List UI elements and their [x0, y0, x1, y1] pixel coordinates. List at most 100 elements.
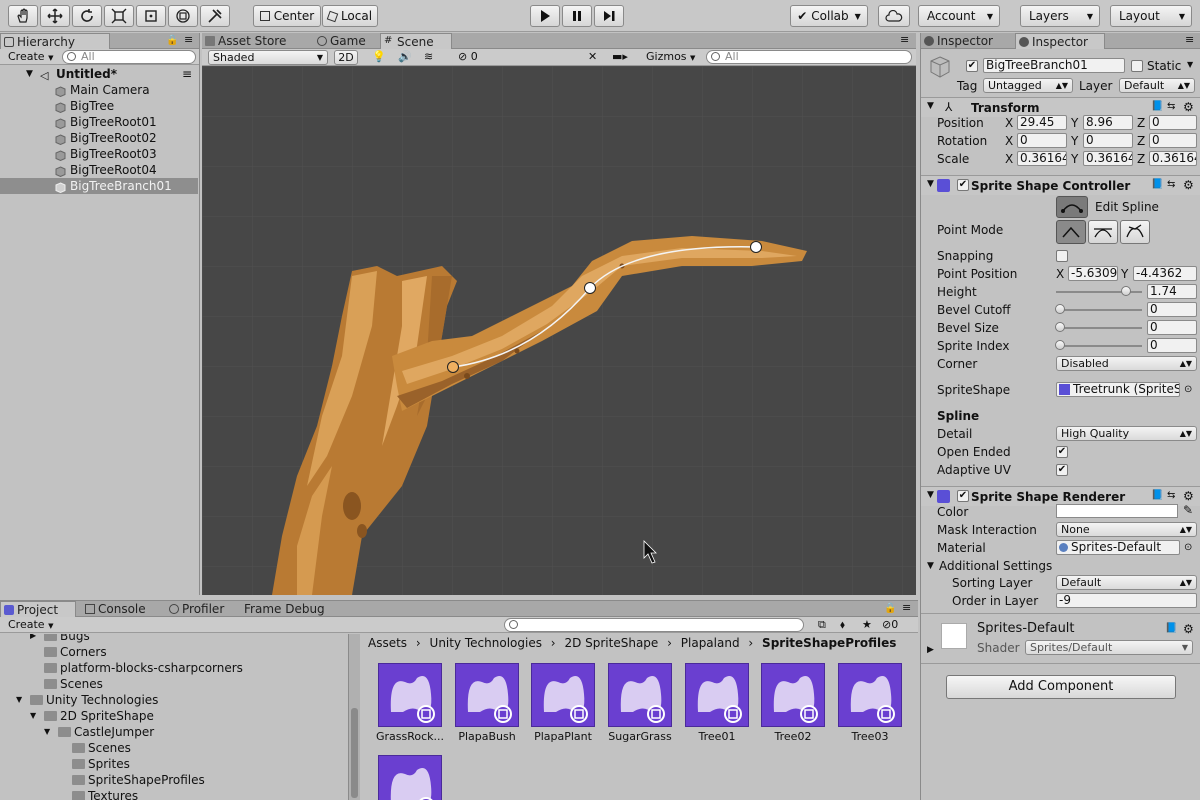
- help-icon[interactable]: 📘: [1151, 179, 1163, 190]
- rect-tool-button[interactable]: [136, 5, 166, 27]
- hierarchy-item[interactable]: BigTreeRoot01: [0, 114, 198, 130]
- create-button[interactable]: Create ▼: [2, 617, 59, 633]
- detail-dropdown[interactable]: High Quality ▲▼: [1056, 426, 1197, 441]
- gear-icon[interactable]: ⚙: [1183, 178, 1194, 192]
- active-checkbox[interactable]: ✔: [966, 60, 978, 72]
- tools-icon[interactable]: ✕: [588, 50, 597, 63]
- point-mode-continuous-button[interactable]: [1088, 220, 1118, 244]
- transform-header[interactable]: ▼ ⅄ Transform 📘 ⇆ ⚙: [921, 97, 1200, 117]
- star-icon[interactable]: ★: [862, 618, 872, 631]
- scene-canvas[interactable]: [202, 66, 916, 595]
- collapse-arrow-icon[interactable]: ▼: [927, 101, 934, 111]
- corner-dropdown[interactable]: Disabled ▲▼: [1056, 356, 1197, 371]
- gizmos-dropdown[interactable]: Gizmos ▼: [646, 50, 695, 63]
- hierarchy-item[interactable]: BigTreeRoot02: [0, 130, 198, 146]
- gear-icon[interactable]: ⚙: [1183, 489, 1194, 503]
- object-picker-icon[interactable]: ⊙: [1184, 542, 1192, 553]
- position-y-field[interactable]: 8.96: [1083, 115, 1133, 130]
- bevel-size-field[interactable]: 0: [1147, 320, 1197, 335]
- tab-game[interactable]: Game: [314, 33, 378, 49]
- spline-point[interactable]: [584, 282, 596, 294]
- expand-arrow-icon[interactable]: ▼: [927, 561, 934, 571]
- chevron-down-icon[interactable]: ▼: [1187, 60, 1193, 69]
- preset-icon[interactable]: ⇆: [1167, 179, 1175, 190]
- asset-tile[interactable]: GrassRock...: [375, 663, 445, 743]
- layer-dropdown[interactable]: Default ▲▼: [1119, 78, 1195, 93]
- rotation-z-field[interactable]: 0: [1149, 133, 1197, 148]
- lighting-icon[interactable]: 💡: [372, 50, 386, 63]
- renderer-header[interactable]: ▼ ✔ Sprite Shape Renderer 📘 ⇆ ⚙: [921, 486, 1200, 506]
- add-component-button[interactable]: Add Component: [946, 675, 1176, 699]
- eyedropper-icon[interactable]: ✎: [1183, 503, 1193, 517]
- asset-tile[interactable]: Tree03: [835, 663, 905, 743]
- scene-root-row[interactable]: ▼ ◁ Untitled* ≡: [0, 66, 198, 82]
- hierarchy-item[interactable]: BigTreeRoot03: [0, 146, 198, 162]
- step-button[interactable]: [594, 5, 624, 27]
- rotation-x-field[interactable]: 0: [1017, 133, 1067, 148]
- open-ended-checkbox[interactable]: ✔: [1056, 446, 1068, 458]
- bevel-size-slider-track[interactable]: [1056, 327, 1142, 329]
- collapse-arrow-icon[interactable]: ▼: [927, 179, 934, 189]
- scale-z-field[interactable]: 0.36164: [1149, 151, 1197, 166]
- height-slider-knob[interactable]: [1121, 286, 1131, 296]
- breadcrumb-item[interactable]: Unity Technologies: [430, 636, 542, 650]
- static-checkbox[interactable]: [1131, 60, 1143, 72]
- preset-icon[interactable]: ⇆: [1167, 101, 1175, 112]
- tab-project[interactable]: Project: [0, 601, 76, 617]
- asset-tile[interactable]: PlapaBush: [452, 663, 522, 743]
- lock-icon[interactable]: 🔒: [166, 35, 178, 46]
- expand-arrow-icon[interactable]: ▼: [16, 692, 22, 708]
- material-field[interactable]: Sprites-Default: [1056, 540, 1180, 555]
- bevel-cutoff-field[interactable]: 0: [1147, 302, 1197, 317]
- bevel-cutoff-slider-track[interactable]: [1056, 309, 1142, 311]
- breadcrumb-item[interactable]: 2D SpriteShape: [564, 636, 658, 650]
- panel-menu-icon[interactable]: ≡: [900, 33, 909, 46]
- panel-menu-icon[interactable]: ≡: [184, 33, 193, 46]
- rotation-y-field[interactable]: 0: [1083, 133, 1133, 148]
- panel-menu-icon[interactable]: ≡: [1185, 33, 1194, 46]
- asset-tile[interactable]: PlapaPlant: [528, 663, 598, 743]
- spline-point-selected[interactable]: [447, 361, 459, 373]
- cloud-button[interactable]: [878, 5, 910, 27]
- move-tool-button[interactable]: [40, 5, 70, 27]
- spline-point[interactable]: [750, 241, 762, 253]
- sorting-layer-dropdown[interactable]: Default ▲▼: [1056, 575, 1197, 590]
- asset-tile[interactable]: SugarGrass: [605, 663, 675, 743]
- hand-tool-button[interactable]: [8, 5, 38, 27]
- sprite-index-field[interactable]: 0: [1147, 338, 1197, 353]
- snapping-checkbox[interactable]: [1056, 250, 1068, 262]
- help-icon[interactable]: 📘: [1151, 101, 1163, 112]
- bevel-cutoff-slider-knob[interactable]: [1055, 304, 1065, 314]
- gear-icon[interactable]: ⚙: [1183, 622, 1194, 636]
- help-icon[interactable]: 📘: [1165, 623, 1177, 634]
- label-icon[interactable]: ⬧: [840, 618, 845, 632]
- preset-icon[interactable]: ⇆: [1167, 490, 1175, 501]
- hidden-objects-toggle[interactable]: ⊘ 0: [458, 50, 478, 63]
- point-mode-linear-button[interactable]: [1056, 220, 1086, 244]
- account-dropdown[interactable]: Account ▼: [918, 5, 1000, 27]
- hidden-packages-toggle[interactable]: ⊘0: [882, 618, 898, 631]
- object-picker-icon[interactable]: ⊙: [1184, 384, 1192, 395]
- collapse-arrow-icon[interactable]: ▼: [927, 490, 934, 500]
- pause-button[interactable]: [562, 5, 592, 27]
- effects-icon[interactable]: ≋: [424, 50, 433, 63]
- scene-viewport[interactable]: [202, 66, 916, 595]
- height-field[interactable]: 1.74: [1147, 284, 1197, 299]
- shading-mode-dropdown[interactable]: Shaded ▼: [208, 50, 328, 65]
- breadcrumb-item-current[interactable]: SpriteShapeProfiles: [762, 636, 896, 650]
- scene-search-input[interactable]: All: [706, 50, 912, 64]
- asset-tile[interactable]: Tree02: [758, 663, 828, 743]
- point-x-field[interactable]: -5.6309: [1068, 266, 1118, 281]
- adaptive-uv-checkbox[interactable]: ✔: [1056, 464, 1068, 476]
- hierarchy-item[interactable]: BigTreeRoot04: [0, 162, 198, 178]
- breadcrumb-item[interactable]: Plapaland: [681, 636, 740, 650]
- controller-header[interactable]: ▼ ✔ Sprite Shape Controller 📘 ⇆ ⚙: [921, 175, 1200, 195]
- tab-inspector-2[interactable]: Inspector: [1015, 33, 1105, 49]
- breadcrumb-item[interactable]: Assets: [368, 636, 407, 650]
- asset-tile[interactable]: Tree01: [682, 663, 752, 743]
- bevel-size-slider-knob[interactable]: [1055, 322, 1065, 332]
- 2d-toggle[interactable]: 2D: [334, 50, 358, 65]
- expand-arrow-icon[interactable]: ▼: [26, 66, 33, 82]
- layers-dropdown[interactable]: Layers ▼: [1020, 5, 1100, 27]
- tab-frame-debug[interactable]: Frame Debug: [228, 601, 328, 617]
